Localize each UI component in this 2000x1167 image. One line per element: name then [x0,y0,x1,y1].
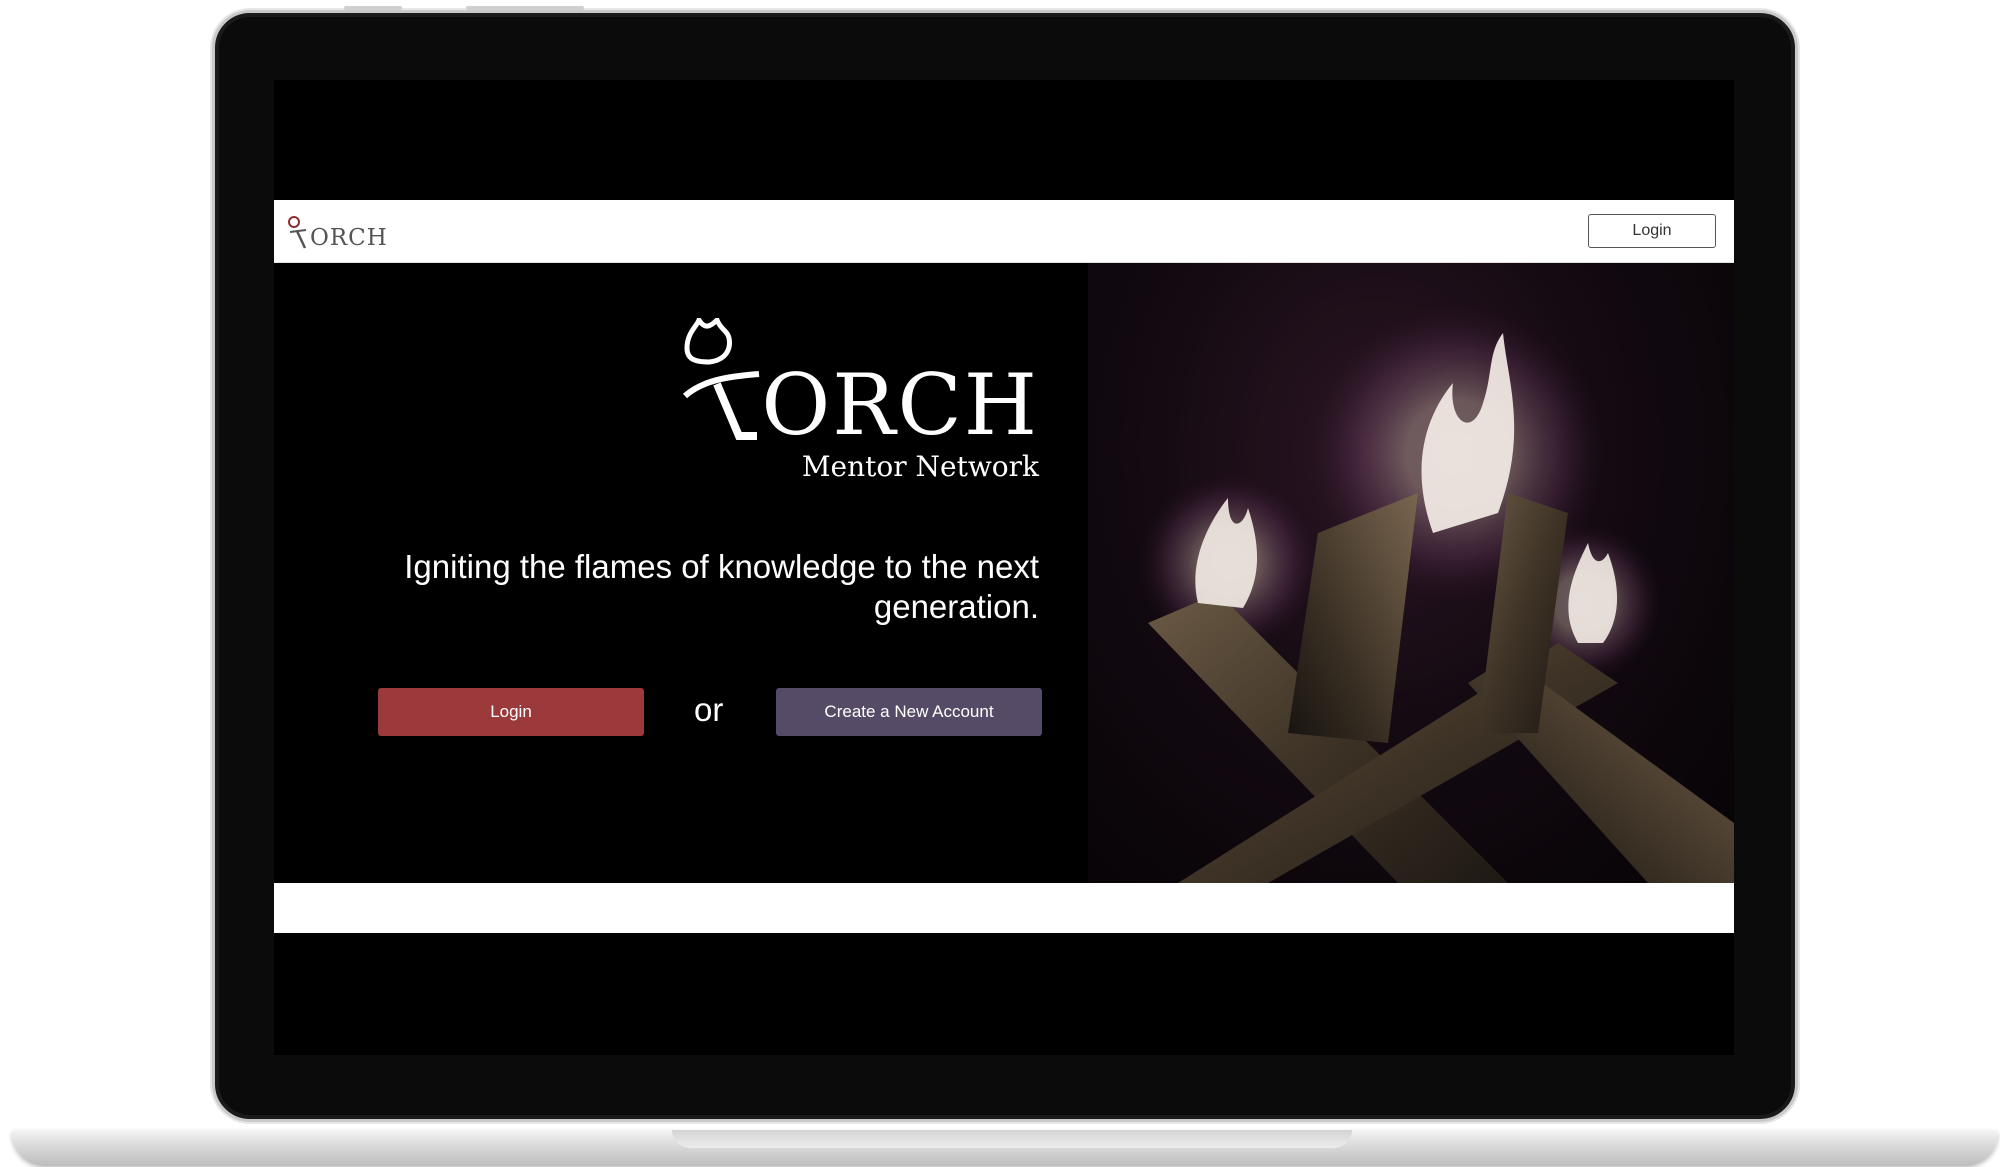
laptop-lid-button [344,6,402,10]
login-button[interactable]: Login [378,688,644,736]
laptop-base [12,1130,1998,1166]
nav-logo[interactable]: ORCH [286,212,388,252]
hero-tagline: Igniting the flames of knowledge to the … [404,548,1039,625]
or-separator: or [694,691,724,728]
brand-subtitle: Mentor Network [801,450,1039,483]
torch-flame-image [1088,263,1734,883]
nav-logo-text: ORCH [310,225,388,251]
brand-logo: ORCH Mentor Network [679,318,1039,488]
torch-logo-icon [682,318,760,440]
torch-logo-icon [288,216,307,249]
laptop-base-notch [672,1130,1352,1148]
laptop-lid-button [466,6,584,10]
hero-section: ORCH Mentor Network Igniting the flames … [274,263,1734,883]
laptop-screen: ORCH Login ORCH Mentor Network Igniting … [274,80,1734,1055]
create-account-button[interactable]: Create a New Account [776,688,1042,736]
footer-bar [274,883,1734,933]
nav-login-button[interactable]: Login [1588,214,1716,248]
top-navbar: ORCH Login [274,200,1734,263]
torch-fire-illustration [1138,303,1734,883]
brand-title: ORCH [761,356,1039,454]
